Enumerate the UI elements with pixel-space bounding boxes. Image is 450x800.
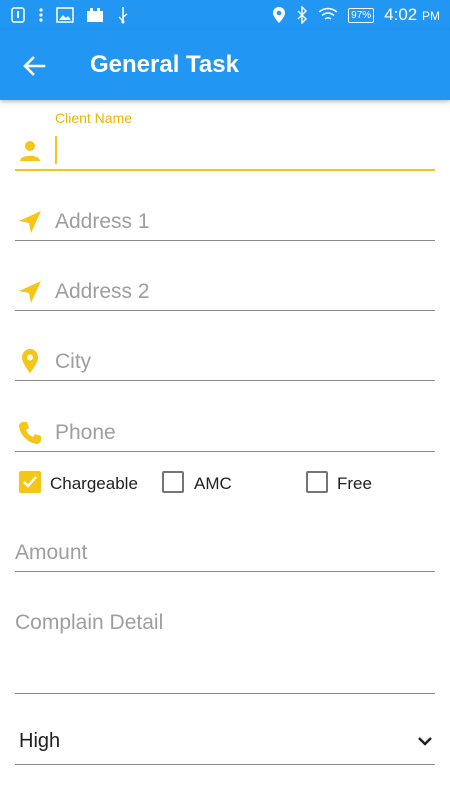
- wifi-icon: [318, 7, 338, 20]
- location-pin-icon: [22, 349, 38, 373]
- chargeable-label: Chargeable: [50, 474, 138, 493]
- phone-field[interactable]: Phone: [15, 416, 435, 452]
- time-suffix: PM: [422, 9, 440, 23]
- text-cursor: [55, 136, 57, 164]
- battery-indicator: 97%: [348, 7, 375, 23]
- navigation-icon: [19, 281, 41, 303]
- amc-label: AMC: [194, 474, 232, 493]
- complain-detail-underline: [15, 693, 435, 694]
- status-left-icons: [10, 0, 130, 30]
- check-icon: [23, 476, 37, 488]
- usb-icon: [118, 7, 128, 24]
- address2-input[interactable]: Address 2: [55, 280, 435, 304]
- status-time: 4:02 PM: [384, 5, 440, 25]
- page-title: General Task: [90, 51, 239, 78]
- chargeable-checkbox[interactable]: [19, 471, 41, 493]
- priority-dropdown[interactable]: High: [19, 730, 60, 753]
- gallery-icon: [56, 7, 74, 23]
- navigation-icon: [19, 211, 41, 233]
- city-underline: [15, 380, 435, 381]
- address1-field[interactable]: Address 1: [15, 205, 435, 241]
- amount-underline: [15, 571, 435, 572]
- store-icon: [87, 8, 103, 22]
- address2-underline: [15, 310, 435, 311]
- city-field[interactable]: City: [15, 345, 435, 381]
- complain-detail-field[interactable]: Complain Detail: [15, 610, 435, 694]
- address1-underline: [15, 240, 435, 241]
- phone-icon: [19, 422, 41, 444]
- address2-field[interactable]: Address 2: [15, 275, 435, 311]
- location-icon: [273, 7, 286, 23]
- client-name-label: Client Name: [55, 110, 133, 126]
- phone-input[interactable]: Phone: [55, 421, 435, 445]
- chevron-down-icon[interactable]: [414, 730, 436, 752]
- app-bar: General Task: [0, 30, 450, 100]
- phone-underline: [15, 451, 435, 452]
- notification-icon: [11, 7, 25, 23]
- time-value: 4:02: [384, 5, 418, 24]
- amc-checkbox[interactable]: [162, 471, 184, 493]
- free-label: Free: [337, 474, 372, 493]
- client-name-field[interactable]: Client Name: [15, 110, 435, 172]
- priority-underline: [15, 764, 435, 765]
- amount-field[interactable]: Amount: [15, 540, 435, 572]
- status-right-icons: 97% 4:02 PM: [272, 0, 440, 30]
- client-name-underline: [15, 169, 435, 171]
- more-icon: [39, 8, 43, 22]
- complain-detail-input[interactable]: Complain Detail: [15, 611, 163, 635]
- bluetooth-icon: [297, 6, 308, 24]
- amount-input[interactable]: Amount: [15, 541, 87, 565]
- city-input[interactable]: City: [55, 350, 435, 374]
- back-arrow-icon[interactable]: [20, 52, 48, 80]
- person-icon: [20, 141, 40, 161]
- address1-input[interactable]: Address 1: [55, 210, 435, 234]
- free-checkbox[interactable]: [306, 471, 328, 493]
- status-bar: 97% 4:02 PM: [0, 0, 450, 30]
